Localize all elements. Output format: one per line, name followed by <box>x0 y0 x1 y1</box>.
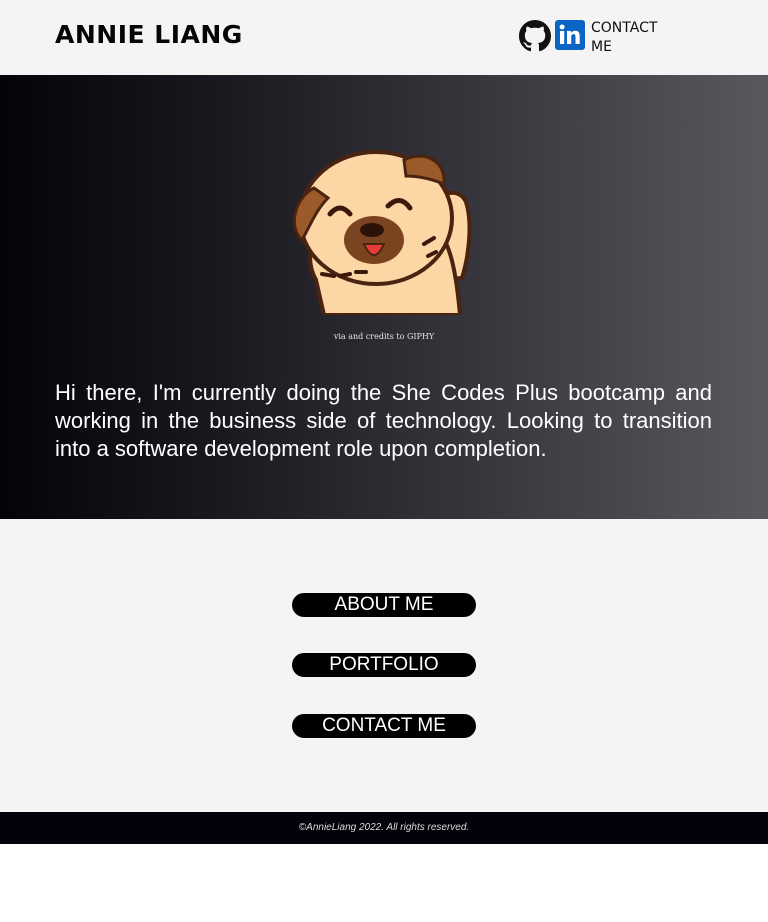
pug-waving-gif <box>292 150 472 315</box>
site-footer: ©AnnieLiang 2022. All rights reserved. <box>0 812 768 844</box>
github-icon <box>519 20 551 52</box>
linkedin-link[interactable] <box>555 20 585 50</box>
intro-text: Hi there, I'm currently doing the She Co… <box>55 380 712 461</box>
github-link[interactable] <box>519 20 551 52</box>
site-brand[interactable]: ANNIE LIANG <box>55 20 243 49</box>
linkedin-icon <box>555 20 585 50</box>
portfolio-button[interactable]: PORTFOLIO <box>292 653 476 677</box>
about-me-button[interactable]: ABOUT ME <box>292 593 476 617</box>
nav-section: ABOUT ME PORTFOLIO CONTACT ME <box>0 519 768 812</box>
hero-section: via and credits to GIPHY Hi there, I'm c… <box>0 75 768 519</box>
contact-me-button[interactable]: CONTACT ME <box>292 714 476 738</box>
gif-credit[interactable]: via and credits to GIPHY <box>0 332 768 341</box>
header-contact-link[interactable]: CONTACT ME <box>591 19 661 57</box>
site-header: ANNIE LIANG CONTACT ME <box>0 0 768 75</box>
copyright-text: ©AnnieLiang 2022. All rights reserved. <box>298 822 470 833</box>
